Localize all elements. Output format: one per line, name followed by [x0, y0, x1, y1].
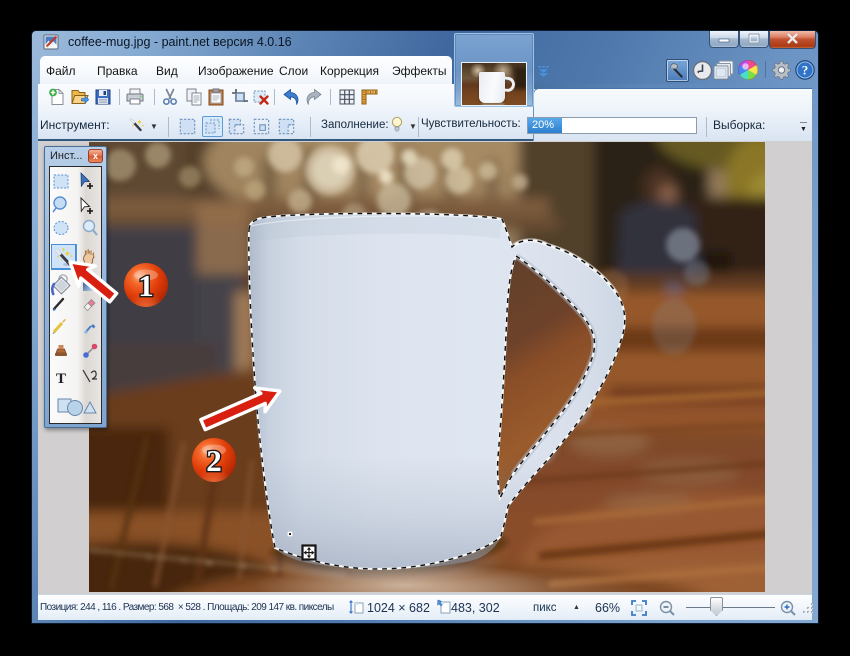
svg-text:?: ?	[802, 63, 809, 78]
svg-text:T: T	[56, 371, 66, 387]
